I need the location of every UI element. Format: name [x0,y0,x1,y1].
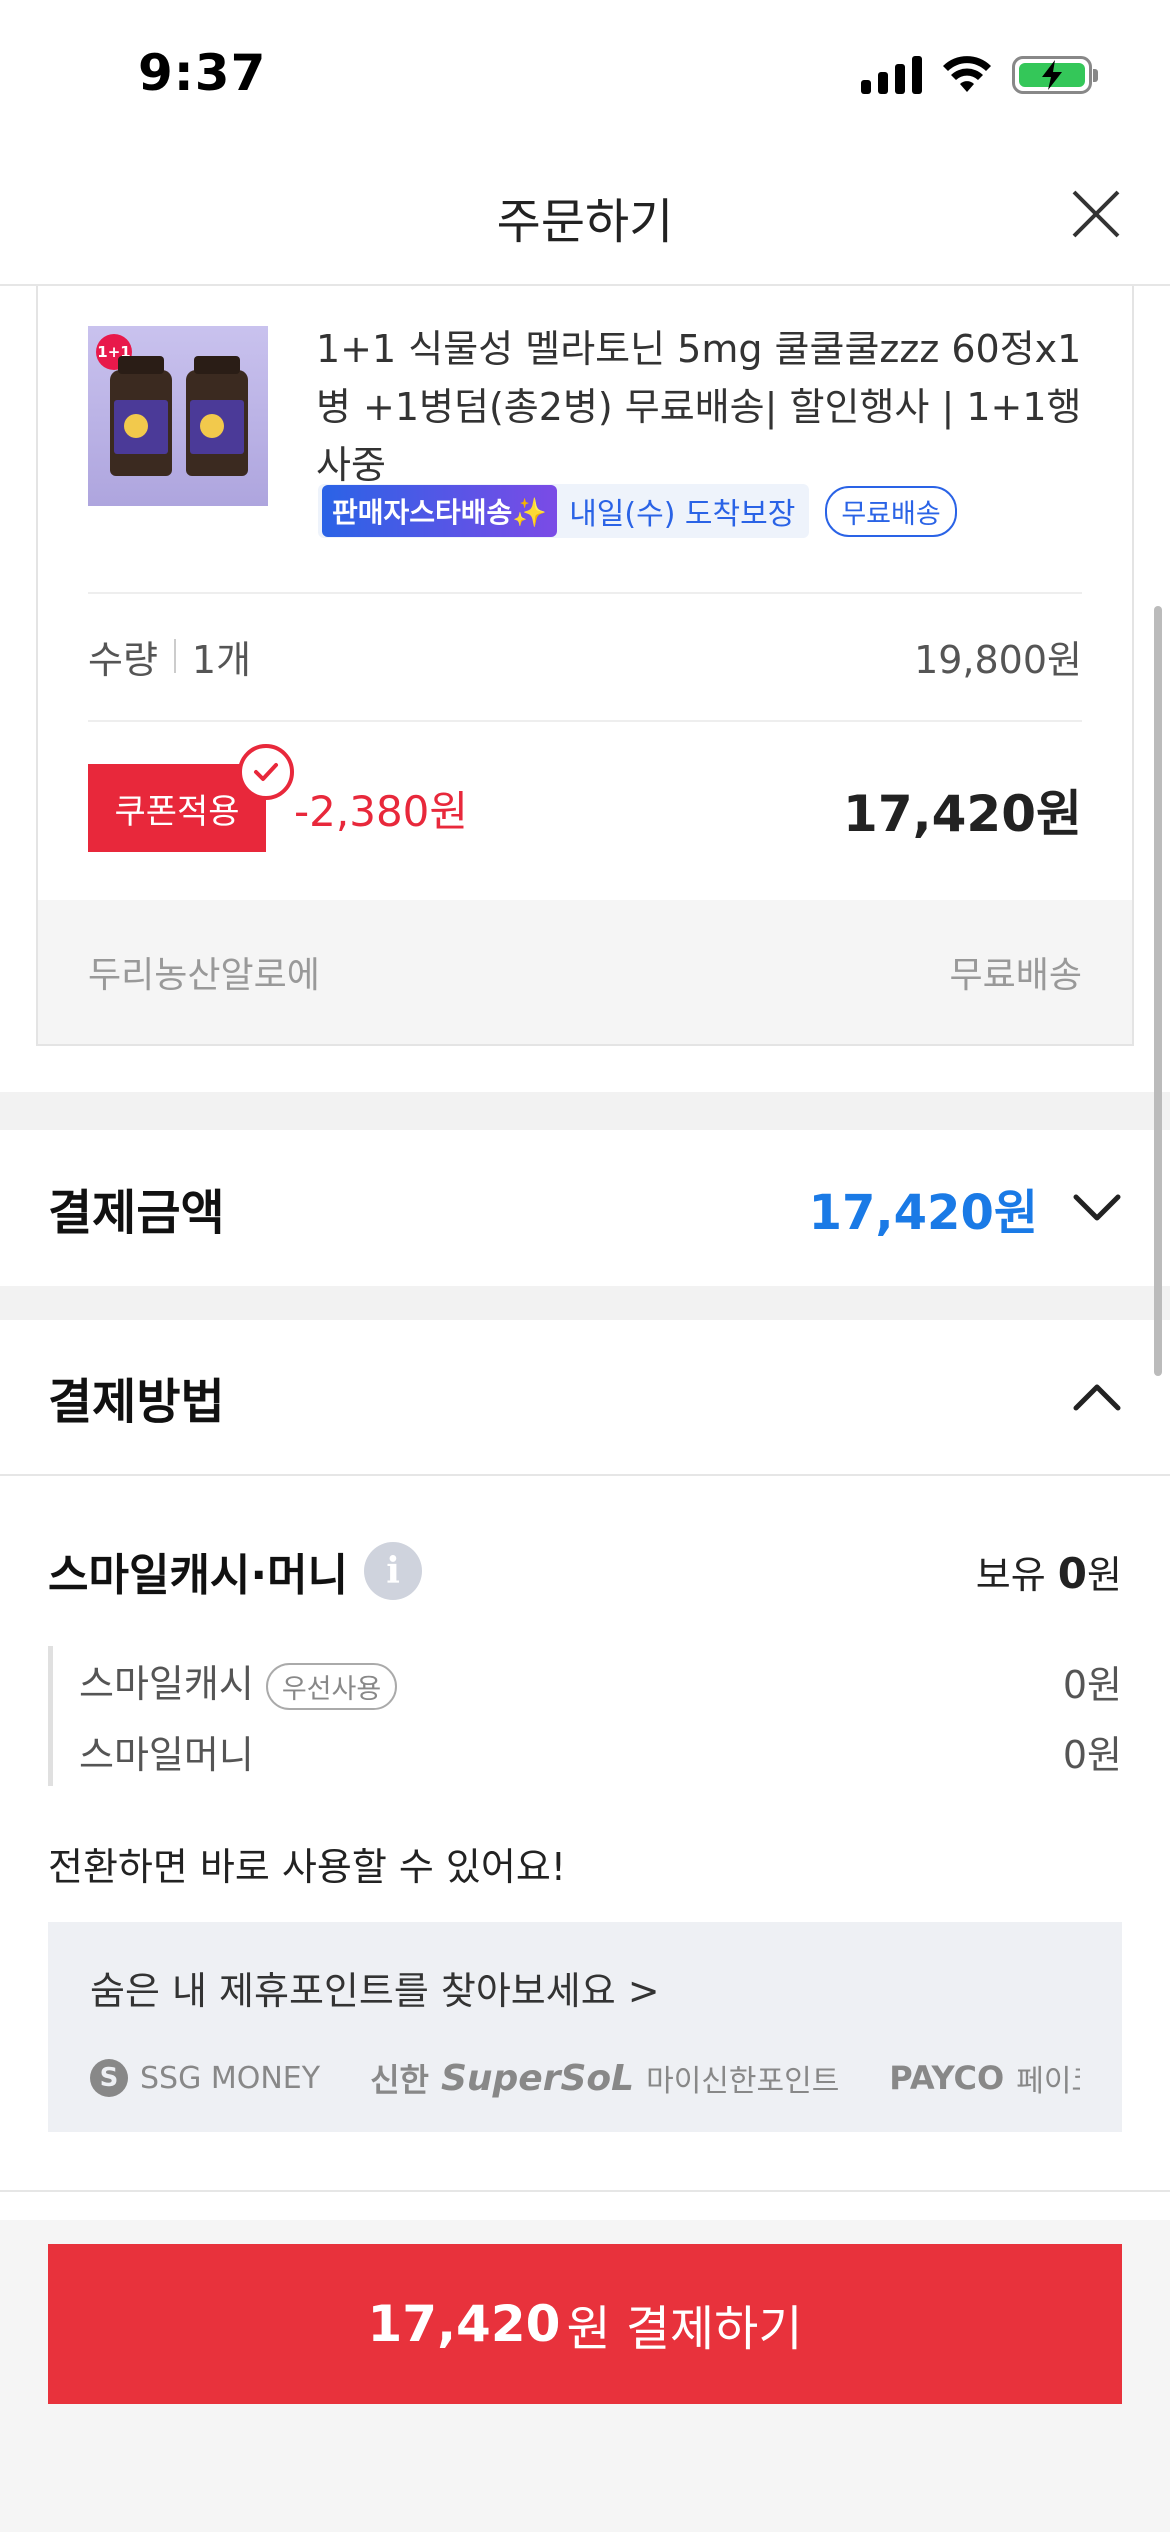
smile-cash-title: 스마일캐시·머니 [48,1550,349,1601]
smile-cash-header: 스마일캐시·머니 i 보유 0원 [48,1536,1122,1606]
seller-star-delivery-badge: 판매자스타배송✨ [322,485,558,537]
section-gap [0,1286,1170,1320]
divider [88,720,1082,722]
separator [173,639,176,673]
section-gap [0,1092,1170,1130]
scrollbar[interactable] [1154,606,1162,1376]
quantity-label: 수량 [88,637,158,682]
payment-amount-title: 결제금액 [48,1185,225,1241]
status-bar: 9:37 [0,0,1170,150]
chevron-up-icon[interactable] [1072,1382,1122,1412]
page-title: 주문하기 [496,194,674,250]
status-icons [861,56,1098,94]
list-item: 스마일머니 0원 [79,1716,1122,1786]
order-item-card: 1+1 1+1 식물성 멜라토닌 5mg 쿨쿨쿨zzz 60정x1병 +1병덤(… [36,286,1134,1046]
list-item: 스마일캐시 우선사용 0원 [79,1646,1122,1716]
close-icon[interactable] [1066,184,1126,244]
cellular-signal-icon [861,56,922,94]
partner-points-box[interactable]: 숨은 내 제휴포인트를 찾아보세요 > S SSG MONEY 신한 SuperS… [48,1922,1122,2132]
wifi-icon [943,56,991,92]
header: 주문하기 [0,150,1170,286]
arrival-guarantee: 내일(수) 도착보장 [569,497,796,532]
check-icon [238,744,294,800]
item-final-price: 17,420원 [843,785,1082,843]
product-thumbnail[interactable]: 1+1 [88,326,268,506]
convert-notice: 전환하면 바로 사용할 수 있어요! [48,1845,567,1889]
chevron-down-icon[interactable] [1072,1193,1122,1223]
ssg-money-logo[interactable]: S SSG MONEY [90,2059,320,2097]
payment-amount-value: 17,420원 [808,1185,1038,1241]
bottle-image [110,356,172,476]
priority-use-badge: 우선사용 [265,1662,398,1710]
product-tags: 판매자스타배송✨ 내일(수) 도착보장 무료배송 [318,484,957,538]
bottle-image [186,356,248,476]
quantity-row: 수량 1개 19,800원 [88,626,1082,686]
payco-logo[interactable]: PAYCO 페이코 [889,2056,1080,2100]
divider [0,2190,1170,2192]
shinhan-logo[interactable]: 신한 SuperSoL 마이신한포인트 [370,2055,839,2101]
smile-balance-list: 스마일캐시 우선사용 0원 스마일머니 0원 [48,1646,1122,1786]
charging-bolt-icon [1042,60,1062,90]
coupon-discount: -2,380원 [294,787,469,836]
partner-points-link[interactable]: 숨은 내 제휴포인트를 찾아보세요 > [90,1960,1080,2015]
payment-method-section[interactable]: 결제방법 [0,1320,1170,1476]
partner-logos: S SSG MONEY 신한SuperSoL 마이신한포인트 PAYCO 페이코… [90,2055,1080,2101]
ssg-icon: S [90,2059,128,2097]
divider [88,592,1082,594]
unit-price: 19,800원 [914,637,1082,682]
battery-icon [1012,56,1098,94]
seller-row: 두리농산알로에 무료배송 [38,900,1132,1044]
pay-button[interactable]: 17,420 원 결제하기 [48,2244,1122,2404]
free-shipping-pill: 무료배송 [825,485,957,537]
seller-name[interactable]: 두리농산알로에 [88,946,320,998]
coupon-row: 쿠폰적용 -2,380원 17,420원 [88,744,1082,852]
smile-money-label: 스마일머니 [79,1732,254,1777]
delivery-tag: 판매자스타배송✨ 내일(수) 도착보장 [318,484,810,538]
smile-money-value: 0원 [1062,1732,1122,1777]
shipping-fee: 무료배송 [949,955,1082,996]
payment-method-title: 결제방법 [48,1374,225,1430]
quantity-value: 1개 [191,637,252,682]
smile-cash-label: 스마일캐시 [79,1661,254,1706]
smile-balance: 보유 0원 [975,1548,1122,1598]
payment-amount-section[interactable]: 결제금액 17,420원 [0,1130,1170,1286]
smile-cash-value: 0원 [1062,1662,1122,1707]
status-time: 9:37 [138,44,267,102]
info-icon[interactable]: i [364,1542,423,1600]
product-name[interactable]: 1+1 식물성 멜라토닌 5mg 쿨쿨쿨zzz 60정x1병 +1병덤(총2병)… [316,320,1116,494]
